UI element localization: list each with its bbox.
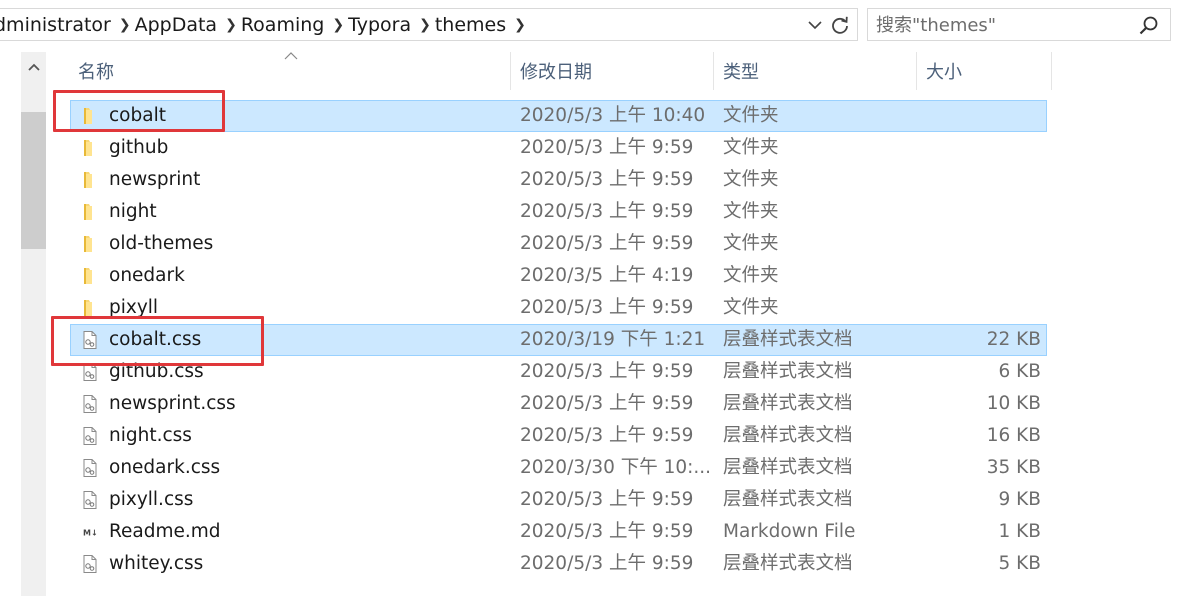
file-row[interactable]: old-themes 2020/5/3 上午 9:59 文件夹 xyxy=(70,228,1047,260)
file-date: 2020/5/3 上午 9:59 xyxy=(520,361,694,382)
file-type: 层叠样式表文档 xyxy=(723,553,853,574)
file-size: 10 KB xyxy=(986,393,1041,414)
file-date: 2020/5/3 上午 9:59 xyxy=(520,393,694,414)
search-input[interactable] xyxy=(876,13,1126,37)
file-size: 16 KB xyxy=(986,425,1041,446)
search-icon[interactable] xyxy=(1138,15,1160,37)
file-row[interactable]: onedark 2020/3/5 上午 4:19 文件夹 xyxy=(70,260,1047,292)
file-name: newsprint.css xyxy=(109,393,236,414)
file-row[interactable]: M↓ Readme.md 2020/5/3 上午 9:59 Markdown File… xyxy=(70,516,1047,548)
file-date: 2020/5/3 上午 9:59 xyxy=(520,425,694,446)
annotation-box-cobalt-folder xyxy=(53,90,225,132)
folder-icon xyxy=(80,138,100,158)
file-row[interactable]: pixyll.css 2020/5/3 上午 9:59 层叠样式表文档 9 KB xyxy=(70,484,1047,516)
file-row[interactable]: newsprint 2020/5/3 上午 9:59 文件夹 xyxy=(70,164,1047,196)
file-row[interactable]: night 2020/5/3 上午 9:59 文件夹 xyxy=(70,196,1047,228)
markdown-file-icon: M↓ xyxy=(80,522,100,542)
refresh-icon[interactable] xyxy=(828,13,852,37)
css-file-icon xyxy=(80,426,100,446)
file-row[interactable]: github 2020/5/3 上午 9:59 文件夹 xyxy=(70,132,1047,164)
file-size: 22 KB xyxy=(986,329,1041,350)
search-box[interactable] xyxy=(867,8,1171,41)
file-date: 2020/5/3 上午 10:40 xyxy=(520,105,706,126)
chevron-down-icon[interactable] xyxy=(804,15,826,35)
folder-icon xyxy=(80,266,100,286)
scrollbar-thumb[interactable] xyxy=(21,112,46,249)
file-date: 2020/5/3 上午 9:59 xyxy=(520,489,694,510)
breadcrumb-separator-icon[interactable]: ❯ xyxy=(512,17,536,33)
css-file-icon xyxy=(80,394,100,414)
file-date: 2020/3/5 上午 4:19 xyxy=(520,265,694,286)
css-file-icon xyxy=(80,458,100,478)
folder-icon xyxy=(80,234,100,254)
file-type: 层叠样式表文档 xyxy=(723,361,853,382)
file-date: 2020/5/3 上午 9:59 xyxy=(520,137,694,158)
column-header-type[interactable]: 类型 xyxy=(723,52,913,90)
file-type: 层叠样式表文档 xyxy=(723,457,853,478)
file-type: 文件夹 xyxy=(723,265,779,286)
file-type: 层叠样式表文档 xyxy=(723,393,853,414)
file-row[interactable]: onedark.css 2020/3/30 下午 10:... 层叠样式表文档 35 … xyxy=(70,452,1047,484)
css-file-icon xyxy=(80,490,100,510)
file-row[interactable]: newsprint.css 2020/5/3 上午 9:59 层叠样式表文档 10 K… xyxy=(70,388,1047,420)
breadcrumb-item-roaming[interactable]: Roaming xyxy=(241,14,331,36)
folder-icon xyxy=(80,170,100,190)
file-size: 6 KB xyxy=(998,361,1041,382)
file-row[interactable]: night.css 2020/5/3 上午 9:59 层叠样式表文档 16 KB xyxy=(70,420,1047,452)
file-type: 层叠样式表文档 xyxy=(723,329,853,350)
css-file-icon xyxy=(80,554,100,574)
scroll-up-icon[interactable] xyxy=(21,52,46,82)
file-date: 2020/5/3 上午 9:59 xyxy=(520,521,694,542)
folder-icon xyxy=(80,202,100,222)
folder-icon xyxy=(80,298,100,318)
file-size: 9 KB xyxy=(998,489,1041,510)
file-type: 文件夹 xyxy=(723,297,779,318)
file-size: 1 KB xyxy=(998,521,1041,542)
file-size: 5 KB xyxy=(998,553,1041,574)
svg-text:M↓: M↓ xyxy=(83,529,98,538)
file-name: old-themes xyxy=(109,233,214,254)
file-type: 文件夹 xyxy=(723,105,779,126)
file-name: onedark.css xyxy=(109,457,221,478)
column-divider[interactable] xyxy=(510,52,511,90)
breadcrumb-item-themes[interactable]: themes xyxy=(435,14,512,36)
file-type: 文件夹 xyxy=(723,169,779,190)
file-date: 2020/5/3 上午 9:59 xyxy=(520,297,694,318)
file-name: night xyxy=(109,201,157,222)
file-date: 2020/5/3 上午 9:59 xyxy=(520,201,694,222)
file-date: 2020/3/30 下午 10:... xyxy=(520,457,712,478)
file-row[interactable]: whitey.css 2020/5/3 上午 9:59 层叠样式表文档 5 KB xyxy=(70,548,1047,580)
file-name: onedark xyxy=(109,265,185,286)
file-type: 层叠样式表文档 xyxy=(723,489,853,510)
file-date: 2020/5/3 上午 9:59 xyxy=(520,553,694,574)
vertical-scrollbar[interactable] xyxy=(21,52,46,596)
file-type: 文件夹 xyxy=(723,137,779,158)
file-date: 2020/3/19 下午 1:21 xyxy=(520,329,706,350)
file-name: pixyll.css xyxy=(109,489,194,510)
file-date: 2020/5/3 上午 9:59 xyxy=(520,233,694,254)
column-divider[interactable] xyxy=(713,52,714,90)
column-header-name[interactable]: 名称 xyxy=(78,52,508,90)
address-bar[interactable]: dministrator ❯ AppData ❯ Roaming ❯ Typor… xyxy=(0,8,858,41)
annotation-box-cobalt-css xyxy=(51,316,264,366)
column-header-date[interactable]: 修改日期 xyxy=(520,52,710,90)
column-divider[interactable] xyxy=(916,52,917,90)
file-name: whitey.css xyxy=(109,553,204,574)
file-type: Markdown File xyxy=(723,521,856,542)
file-name: github xyxy=(109,137,169,158)
breadcrumb-item-appdata[interactable]: AppData xyxy=(135,14,224,36)
breadcrumb: dministrator ❯ AppData ❯ Roaming ❯ Typor… xyxy=(0,9,790,40)
file-name: newsprint xyxy=(109,169,201,190)
file-size: 35 KB xyxy=(986,457,1041,478)
file-type: 文件夹 xyxy=(723,201,779,222)
file-date: 2020/5/3 上午 9:59 xyxy=(520,169,694,190)
file-name: night.css xyxy=(109,425,192,446)
breadcrumb-item-administrator[interactable]: dministrator xyxy=(0,14,117,36)
file-type: 层叠样式表文档 xyxy=(723,425,853,446)
column-divider[interactable] xyxy=(1051,52,1052,90)
breadcrumb-item-typora[interactable]: Typora xyxy=(348,14,417,36)
column-header-size[interactable]: 大小 xyxy=(926,52,1046,90)
file-name: Readme.md xyxy=(109,521,221,542)
file-type: 文件夹 xyxy=(723,233,779,254)
